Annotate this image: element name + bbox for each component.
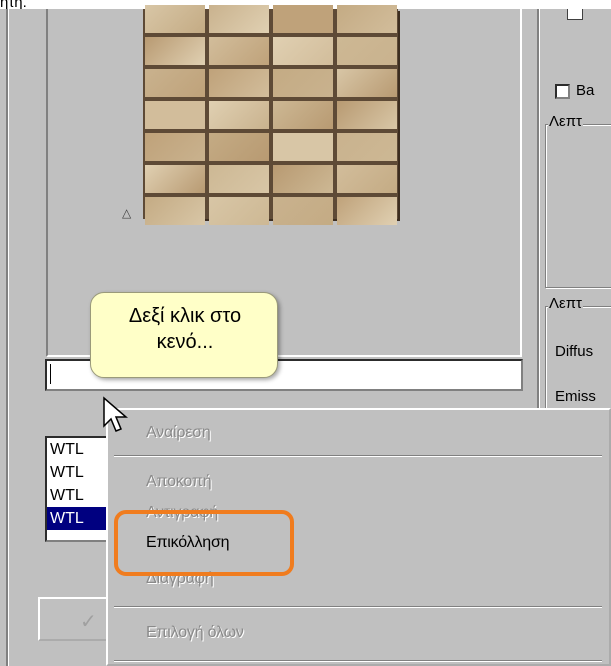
tile-brick [209, 5, 269, 33]
tile-brick [337, 197, 397, 225]
list-item[interactable]: WTL [47, 484, 107, 507]
tile-brick [273, 133, 333, 161]
tile-brick [337, 37, 397, 65]
tile-brick [145, 133, 205, 161]
list-item-selected[interactable]: WTL [47, 507, 107, 530]
tile-brick [145, 69, 205, 97]
menu-separator [114, 455, 602, 457]
checkbox-label: Ba [576, 82, 595, 99]
menu-item-undo[interactable]: Αναίρεση [146, 424, 211, 442]
arrow-cursor-icon [103, 396, 129, 432]
tile-brick [209, 37, 269, 65]
tile-brick [209, 165, 269, 193]
checkmark-icon: ✓ [80, 611, 97, 633]
tile-brick [337, 101, 397, 129]
tile-brick [273, 101, 333, 129]
diffuse-label: Diffus [555, 343, 594, 360]
tooltip-line-2: κενό... [156, 331, 214, 353]
tile-brick [209, 101, 269, 129]
tile-brick [273, 5, 333, 33]
paste-highlight [114, 510, 294, 576]
checkbox-top[interactable] [567, 9, 583, 20]
checkbox[interactable] [555, 84, 570, 99]
tile-brick [145, 37, 205, 65]
tooltip-text: Δεξί κλικ στο κενό... [91, 303, 279, 355]
group-box-2-title: Λεπτ [548, 295, 583, 312]
tile-brick [273, 37, 333, 65]
menu-item-select-all[interactable]: Επιλογή όλων [146, 624, 244, 642]
group-box-1 [545, 124, 611, 288]
texture-preview [143, 5, 398, 225]
tile-brick [337, 69, 397, 97]
tile-brick [273, 197, 333, 225]
group-box-1-title: Λεπτ [548, 113, 583, 130]
tile-brick [145, 197, 205, 225]
list-item[interactable]: WTL [47, 438, 107, 461]
tile-brick [209, 69, 269, 97]
tile-brick [209, 197, 269, 225]
tile-brick [337, 5, 397, 33]
triangle-icon: △ [122, 206, 132, 220]
tooltip-callout: Δεξί κλικ στο κενό... [90, 292, 278, 378]
tile-brick [145, 5, 205, 33]
emissive-label: Emiss [555, 388, 596, 405]
tile-brick [209, 133, 269, 161]
tile-brick [145, 101, 205, 129]
tile-brick [337, 133, 397, 161]
menu-separator [114, 606, 602, 608]
tile-brick [145, 165, 205, 193]
menu-item-cut[interactable]: Αποκοπή [146, 473, 212, 491]
menu-separator [114, 660, 602, 662]
text-caret [50, 364, 51, 384]
tooltip-line-1: Δεξί κλικ στο [128, 305, 242, 327]
tile-brick [337, 165, 397, 193]
window-edge [6, 9, 9, 666]
material-list[interactable]: WTL WTL WTL WTL [45, 436, 109, 542]
tile-brick [273, 165, 333, 193]
tile-brick [273, 69, 333, 97]
list-item[interactable]: WTL [47, 461, 107, 484]
